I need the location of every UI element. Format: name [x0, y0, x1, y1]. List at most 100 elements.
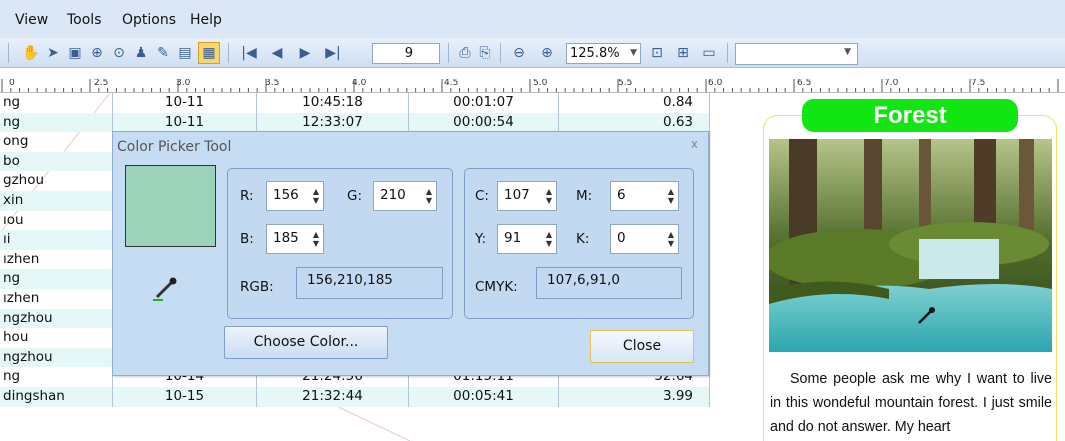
ruler-label: 3.0 — [176, 79, 191, 88]
ruler-label: 4.0 — [352, 79, 367, 88]
spin-down-icon[interactable]: ▼ — [546, 240, 552, 248]
table-row[interactable]: dingshan 10-15 21:32:44 00:05:41 3.99 — [0, 387, 710, 407]
k-value: 0 — [617, 230, 626, 246]
ruler-label: 6.0 — [708, 79, 723, 88]
stamp-icon[interactable]: ♟ — [132, 44, 150, 62]
table-cell-date: 10-11 — [112, 93, 256, 113]
table-cell-city: gzhou — [3, 172, 45, 189]
spin-up-icon[interactable]: ▲ — [313, 231, 319, 239]
spin-up-icon[interactable]: ▲ — [668, 188, 674, 196]
m-input[interactable]: 6 ▲ ▼ — [610, 181, 679, 211]
full-screen-icon[interactable]: ▭ — [700, 44, 718, 62]
table-cell-time: 12:33:07 — [256, 112, 408, 133]
image-icon[interactable]: ▤ — [176, 44, 194, 62]
ruler-label: 5.5 — [618, 79, 633, 88]
spin-down-icon[interactable]: ▼ — [313, 240, 319, 248]
spin-up-icon[interactable]: ▲ — [546, 231, 552, 239]
table-cell-duration: 00:05:41 — [408, 387, 558, 407]
spin-down-icon[interactable]: ▼ — [546, 197, 552, 205]
menu-tools[interactable]: Tools — [67, 12, 102, 28]
g-input[interactable]: 210 ▲ ▼ — [373, 181, 437, 211]
m-label: M: — [576, 188, 593, 204]
spin-down-icon[interactable]: ▼ — [668, 240, 674, 248]
cmyk-label: CMYK: — [475, 279, 518, 295]
table-cell-city: dingshan — [3, 388, 65, 404]
toolbar-separator — [500, 43, 501, 63]
table-cell-city: ng — [3, 368, 21, 385]
ruler-label: 7.0 — [884, 79, 899, 88]
choose-color-button[interactable]: Choose Color... — [224, 326, 388, 359]
fit-visible-icon[interactable]: ⊞ — [674, 44, 692, 62]
menu-bar: View Tools Options Help — [0, 0, 1065, 38]
menu-options[interactable]: Options — [122, 12, 176, 28]
table-cell-duration: 00:01:07 — [408, 93, 558, 113]
r-input[interactable]: 156 ▲ ▼ — [266, 181, 324, 211]
fit-page-icon[interactable]: ⎙ — [456, 44, 474, 62]
zoom-dynamic-icon[interactable]: ⊙ — [110, 44, 128, 62]
table-cell-city: xin — [3, 192, 24, 208]
table-cell-city: ngzhou — [3, 348, 53, 365]
g-value: 210 — [380, 187, 406, 203]
hand-tool-icon[interactable]: ✋ — [22, 44, 40, 62]
table-cell-city: ng — [3, 270, 21, 287]
rgb-group: R: 156 ▲ ▼ G: 210 ▲ ▼ B: 185 ▲ ▼ RGB: 156,2… — [227, 168, 453, 319]
actual-size-icon[interactable]: ⊡ — [648, 44, 666, 62]
table-cell-duration: 00:00:54 — [408, 112, 558, 133]
spin-down-icon[interactable]: ▼ — [313, 197, 319, 205]
b-input[interactable]: 185 ▲ ▼ — [266, 224, 324, 254]
page-number-input[interactable]: 9 — [372, 43, 440, 64]
color-picker-icon[interactable]: ▦ — [198, 42, 220, 64]
r-value: 156 — [273, 187, 299, 203]
zoom-out-icon[interactable]: ⊖ — [510, 44, 528, 62]
table-cell-date: 10-15 — [112, 387, 256, 407]
previous-page-icon[interactable]: ◀ — [268, 44, 286, 62]
table-cell-time: 21:32:44 — [256, 387, 408, 407]
table-cell-city: ıi — [3, 231, 11, 248]
ruler-icon[interactable]: ✎ — [154, 44, 172, 62]
table-row[interactable]: ng 10-11 12:33:07 00:00:54 0.63 — [0, 112, 710, 133]
toolbar-separator — [8, 43, 9, 63]
cmyk-readout: 107,6,91,0 — [536, 267, 682, 299]
zoom-select[interactable]: 125.8% ▼ — [566, 43, 641, 64]
chevron-down-icon: ▼ — [844, 47, 851, 57]
next-page-icon[interactable]: ▶ — [296, 44, 314, 62]
ruler-label: 7.5 — [971, 79, 986, 88]
toolbar-combo[interactable]: ▼ — [735, 43, 858, 65]
chevron-down-icon: ▼ — [630, 48, 637, 58]
table-cell-amount: 0.63 — [558, 112, 710, 133]
spin-up-icon[interactable]: ▲ — [546, 188, 552, 196]
y-input[interactable]: 91 ▲ ▼ — [497, 224, 557, 254]
menu-help[interactable]: Help — [190, 12, 222, 28]
eyedropper-icon[interactable] — [151, 277, 181, 303]
rgb-readout: 156,210,185 — [296, 267, 443, 299]
close-button[interactable]: Close — [590, 330, 694, 363]
spin-down-icon[interactable]: ▼ — [426, 197, 432, 205]
zoom-in-icon[interactable]: ⊕ — [538, 44, 556, 62]
snapshot-icon[interactable]: ▣ — [66, 44, 84, 62]
k-input[interactable]: 0 ▲ ▼ — [610, 224, 679, 254]
rgb-label: RGB: — [240, 279, 274, 295]
dialog-close-icon[interactable]: x — [691, 137, 698, 151]
zoom-value: 125.8% — [570, 46, 620, 61]
ruler-label: 4.5 — [444, 79, 459, 88]
table-row[interactable]: ng 10-11 10:45:18 00:01:07 0.84 — [0, 93, 710, 113]
color-swatch — [125, 165, 216, 247]
spin-up-icon[interactable]: ▲ — [426, 188, 432, 196]
dialog-title: Color Picker Tool — [117, 139, 232, 155]
table-cell-city: ızhen — [3, 290, 40, 306]
last-page-icon[interactable]: ▶| — [324, 44, 342, 62]
cmyk-group: C: 107 ▲ ▼ M: 6 ▲ ▼ Y: 91 ▲ ▼ K: 0 ▲ ▼ CMYK:… — [464, 168, 694, 319]
table-cell-date: 10-11 — [112, 112, 256, 133]
spin-up-icon[interactable]: ▲ — [668, 231, 674, 239]
table-cell-city: ng — [3, 113, 21, 130]
menu-view[interactable]: View — [15, 12, 48, 28]
first-page-icon[interactable]: |◀ — [240, 44, 258, 62]
table-cell-amount: 0.84 — [558, 93, 710, 113]
spin-down-icon[interactable]: ▼ — [668, 197, 674, 205]
select-arrow-icon[interactable]: ➤ — [44, 44, 62, 62]
table-cell-city: bo — [3, 152, 20, 169]
zoom-area-icon[interactable]: ⊕ — [88, 44, 106, 62]
fit-width-icon[interactable]: ⎘ — [476, 44, 494, 62]
c-input[interactable]: 107 ▲ ▼ — [497, 181, 557, 211]
spin-up-icon[interactable]: ▲ — [313, 188, 319, 196]
